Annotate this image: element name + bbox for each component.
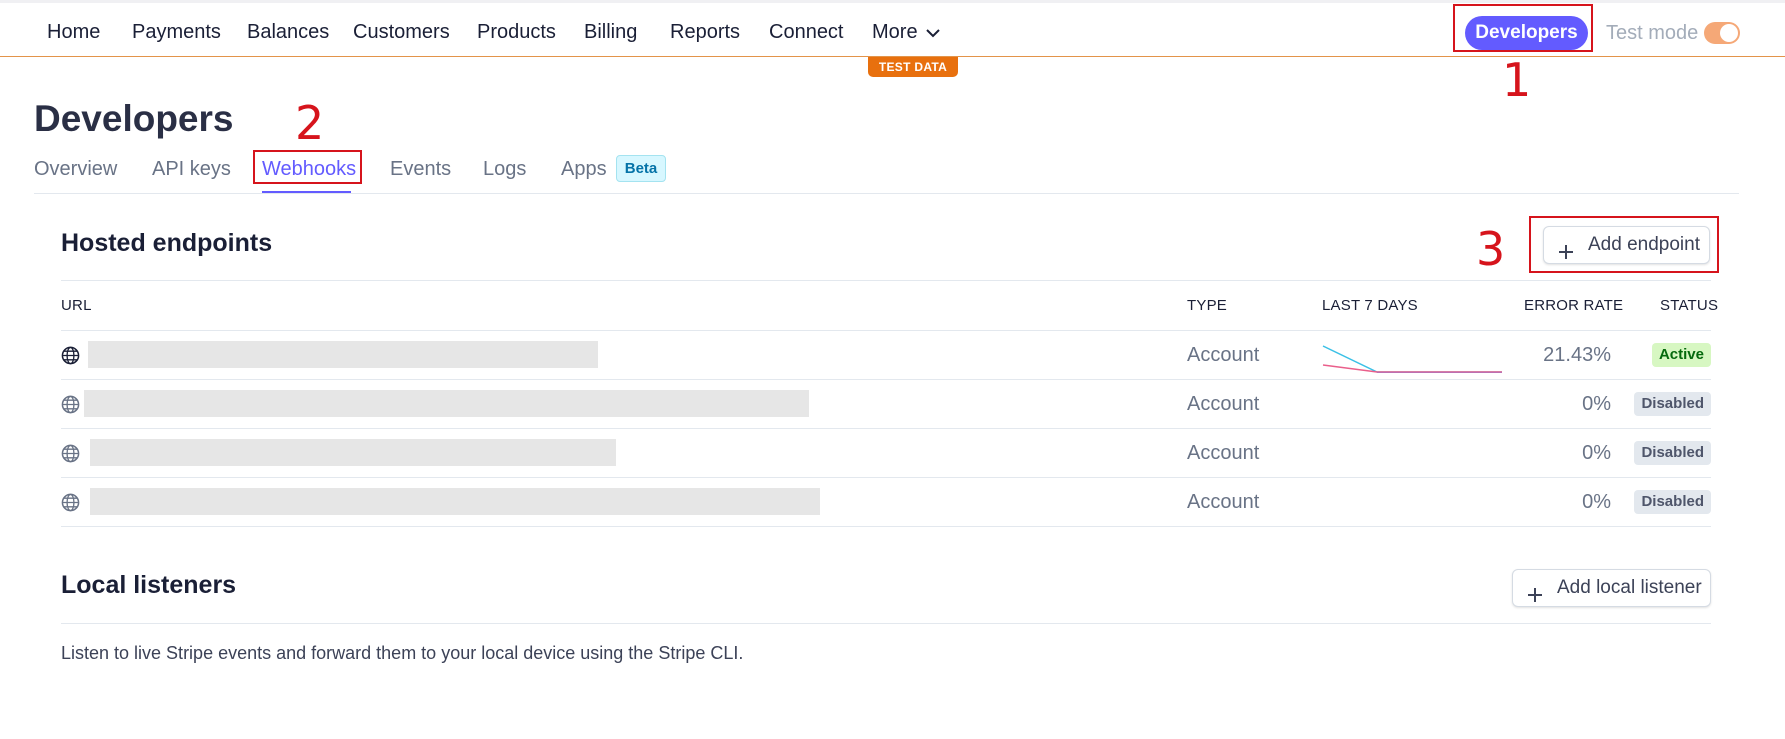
status-badge: Active bbox=[1651, 343, 1711, 367]
nav-payments[interactable]: Payments bbox=[132, 21, 221, 44]
table-row[interactable]: Account 0% Disabled bbox=[61, 429, 1711, 478]
tab-overview[interactable]: Overview bbox=[34, 158, 117, 181]
error-rate: 0% bbox=[1582, 442, 1611, 464]
nav-more-label: More bbox=[872, 21, 918, 43]
section-divider bbox=[61, 623, 1711, 624]
nav-billing[interactable]: Billing bbox=[584, 21, 637, 44]
test-data-badge: TEST DATA bbox=[868, 57, 958, 77]
add-local-listener-label: Add local listener bbox=[1557, 577, 1702, 598]
table-row[interactable]: Account 0% Disabled bbox=[61, 380, 1711, 429]
chevron-down-icon bbox=[925, 21, 940, 44]
section-divider bbox=[61, 280, 1711, 281]
hosted-endpoints-title: Hosted endpoints bbox=[61, 229, 273, 257]
column-header-url: URL bbox=[61, 297, 92, 314]
last-7-days-sparkline bbox=[1322, 337, 1504, 378]
nav-reports[interactable]: Reports bbox=[670, 21, 740, 44]
add-endpoint-label: Add endpoint bbox=[1588, 234, 1700, 255]
endpoint-type: Account bbox=[1187, 442, 1260, 464]
beta-badge: Beta bbox=[616, 155, 666, 182]
add-local-listener-button[interactable]: Add local listener bbox=[1512, 569, 1711, 607]
local-listeners-title: Local listeners bbox=[61, 571, 237, 599]
table-row[interactable]: Account 0% Disabled bbox=[61, 478, 1711, 527]
nav-products[interactable]: Products bbox=[477, 21, 556, 44]
tab-apps[interactable]: Apps bbox=[561, 158, 607, 181]
globe-icon bbox=[61, 346, 80, 370]
tab-logs[interactable]: Logs bbox=[483, 158, 526, 181]
nav-balances[interactable]: Balances bbox=[247, 21, 329, 44]
status-badge: Disabled bbox=[1634, 392, 1711, 416]
globe-icon bbox=[61, 395, 80, 419]
table-row[interactable]: Account 21.43% Active bbox=[61, 331, 1711, 380]
plus-icon bbox=[1527, 580, 1543, 616]
tab-webhooks[interactable]: Webhooks bbox=[262, 158, 356, 181]
tab-events[interactable]: Events bbox=[390, 158, 451, 181]
redacted-url bbox=[90, 439, 616, 466]
error-rate: 0% bbox=[1582, 491, 1611, 513]
developer-tabs: Overview API keys Webhooks Events Logs A… bbox=[34, 150, 1739, 194]
redacted-url bbox=[90, 488, 820, 515]
nav-home[interactable]: Home bbox=[47, 21, 100, 44]
test-mode-label: Test mode bbox=[1606, 22, 1699, 44]
plus-icon bbox=[1558, 237, 1574, 273]
redacted-url bbox=[84, 390, 809, 417]
tab-api-keys[interactable]: API keys bbox=[152, 158, 231, 181]
column-header-type: TYPE bbox=[1187, 297, 1227, 314]
annotation-number-3: 3 bbox=[1476, 222, 1506, 276]
endpoint-type: Account bbox=[1187, 344, 1260, 366]
globe-icon bbox=[61, 444, 80, 468]
redacted-url bbox=[88, 341, 598, 368]
annotation-number-1: 1 bbox=[1502, 53, 1532, 107]
local-listeners-description: Listen to live Stripe events and forward… bbox=[61, 643, 744, 663]
annotation-number-2: 2 bbox=[295, 96, 325, 150]
endpoint-type: Account bbox=[1187, 393, 1260, 415]
annotation-box-developers bbox=[1453, 4, 1593, 52]
column-header-status: STATUS bbox=[1660, 297, 1719, 314]
endpoint-type: Account bbox=[1187, 491, 1260, 513]
status-badge: Disabled bbox=[1634, 441, 1711, 465]
column-header-error-rate: ERROR RATE bbox=[1524, 297, 1624, 314]
globe-icon bbox=[61, 493, 80, 517]
error-rate: 0% bbox=[1582, 393, 1611, 415]
toggle-knob bbox=[1720, 24, 1738, 42]
error-rate: 21.43% bbox=[1543, 344, 1611, 366]
nav-connect[interactable]: Connect bbox=[769, 21, 844, 44]
page-title: Developers bbox=[34, 98, 234, 139]
nav-customers[interactable]: Customers bbox=[353, 21, 450, 44]
add-endpoint-button[interactable]: Add endpoint bbox=[1543, 226, 1710, 264]
test-mode-toggle[interactable] bbox=[1704, 22, 1740, 44]
status-badge: Disabled bbox=[1634, 490, 1711, 514]
nav-more[interactable]: More bbox=[872, 21, 940, 44]
column-header-last-7-days: LAST 7 DAYS bbox=[1322, 297, 1418, 314]
active-tab-indicator bbox=[262, 191, 351, 193]
